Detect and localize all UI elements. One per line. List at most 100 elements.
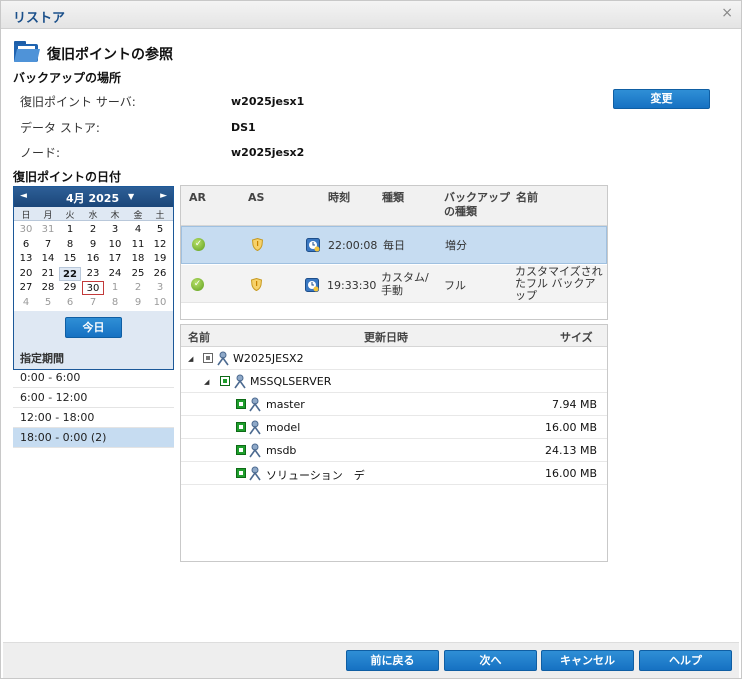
- col-ar[interactable]: AR: [189, 191, 206, 205]
- calendar-day[interactable]: 1: [59, 223, 81, 237]
- calendar-day[interactable]: 1: [104, 281, 126, 295]
- col-name[interactable]: 名前: [516, 191, 538, 205]
- calendar-day[interactable]: 9: [82, 238, 104, 252]
- change-button[interactable]: 変更: [613, 89, 710, 109]
- weekday-wed: 水: [88, 211, 98, 221]
- calendar-day[interactable]: 27: [15, 281, 37, 295]
- tree-db-name[interactable]: model: [266, 421, 300, 434]
- calendar-day[interactable]: 13: [15, 252, 37, 266]
- recovery-point-row-selected[interactable]: ✓ 22:00:08 毎日 増分: [181, 226, 607, 264]
- tree-row-node: ◢ W2025JESX2: [181, 348, 607, 370]
- title-bar: リストア ×: [1, 1, 741, 29]
- calendar-day[interactable]: 20: [15, 267, 37, 281]
- expand-icon[interactable]: ◢: [204, 378, 209, 386]
- page-title: 復旧ポイントの参照: [47, 47, 173, 63]
- db-checkbox[interactable]: [236, 399, 246, 409]
- node-value: w2025jesx2: [231, 146, 305, 159]
- tree-db-name[interactable]: master: [266, 398, 305, 411]
- calendar-day[interactable]: 10: [104, 238, 126, 252]
- calendar-day[interactable]: 6: [59, 296, 81, 310]
- col-time[interactable]: 時刻: [328, 191, 350, 205]
- calendar-day[interactable]: 17: [104, 252, 126, 266]
- calendar-day[interactable]: 4: [127, 223, 149, 237]
- calendar-day[interactable]: 5: [37, 296, 59, 310]
- calendar-day[interactable]: 25: [127, 267, 149, 281]
- col-tree-name[interactable]: 名前: [188, 329, 210, 345]
- next-button[interactable]: 次へ: [444, 650, 537, 671]
- instance-checkbox[interactable]: [220, 376, 230, 386]
- rp-name-line3: ップ: [515, 289, 537, 302]
- tree-db-name[interactable]: ソリューション デ: [266, 467, 365, 483]
- calendar-day[interactable]: 4: [15, 296, 37, 310]
- calendar-day[interactable]: 18: [127, 252, 149, 266]
- db-checkbox[interactable]: [236, 422, 246, 432]
- calendar-day[interactable]: 9: [127, 296, 149, 310]
- weekday-fri: 金: [133, 211, 143, 221]
- prev-month-icon[interactable]: ◄: [20, 191, 27, 201]
- calendar-month[interactable]: 4月 2025: [66, 190, 119, 206]
- db-checkbox[interactable]: [236, 445, 246, 455]
- col-backup-type[interactable]: バックアップ: [444, 191, 510, 205]
- calendar-day[interactable]: 2: [127, 281, 149, 295]
- recovery-point-row[interactable]: ✓ 19:33:30 カスタム/ 手動 フル カスタマイズされ たフル バックア…: [181, 265, 607, 303]
- calendar-day[interactable]: 16: [82, 252, 104, 266]
- calendar-day[interactable]: 24: [104, 267, 126, 281]
- calendar-day[interactable]: 22: [59, 266, 81, 281]
- back-button[interactable]: 前に戻る: [346, 650, 439, 671]
- tree-row-db: master 7.94 MB: [181, 394, 607, 416]
- today-button[interactable]: 今日: [65, 317, 122, 338]
- calendar-day[interactable]: 30: [15, 223, 37, 237]
- database-icon: [249, 397, 261, 412]
- expand-icon[interactable]: ◢: [188, 355, 193, 363]
- help-button[interactable]: ヘルプ: [639, 650, 732, 671]
- rp-backup-type: フル: [444, 279, 466, 292]
- calendar-day[interactable]: 5: [149, 223, 171, 237]
- calendar-day[interactable]: 6: [15, 238, 37, 252]
- calendar-day[interactable]: 12: [149, 238, 171, 252]
- col-size[interactable]: サイズ: [560, 329, 593, 345]
- period-item[interactable]: 0:00 - 6:00: [13, 368, 174, 388]
- period-item[interactable]: 12:00 - 18:00: [13, 408, 174, 428]
- calendar-day[interactable]: 7: [82, 296, 104, 310]
- shield-icon: [252, 238, 263, 251]
- period-item-selected[interactable]: 18:00 - 0:00 (2): [13, 428, 174, 448]
- col-type[interactable]: 種類: [382, 191, 404, 205]
- col-as[interactable]: AS: [248, 191, 264, 205]
- calendar-day[interactable]: 29: [59, 281, 81, 295]
- calendar-day[interactable]: 7: [37, 238, 59, 252]
- next-month-icon[interactable]: ►: [160, 191, 167, 201]
- calendar-day[interactable]: 26: [149, 267, 171, 281]
- content-area: 復旧ポイントの参照 バックアップの場所 復旧ポイント サーバ: w2025jes…: [3, 30, 739, 642]
- cancel-button[interactable]: キャンセル: [541, 650, 634, 671]
- calendar-day[interactable]: 14: [37, 252, 59, 266]
- calendar-day[interactable]: 21: [37, 267, 59, 281]
- tree-row-db: ソリューション デ 16.00 MB: [181, 463, 607, 485]
- calendar-day[interactable]: 2: [82, 223, 104, 237]
- tree-node-name[interactable]: W2025JESX2: [233, 352, 304, 365]
- tree-row-db: msdb 24.13 MB: [181, 440, 607, 462]
- rp-backup-type: 増分: [445, 239, 467, 252]
- calendar-day[interactable]: 28: [37, 281, 59, 295]
- database-icon: [249, 443, 261, 458]
- period-item[interactable]: 6:00 - 12:00: [13, 388, 174, 408]
- calendar-day[interactable]: 11: [127, 238, 149, 252]
- calendar-day[interactable]: 3: [149, 281, 171, 295]
- weekday-mon: 月: [43, 211, 53, 221]
- month-dropdown-icon[interactable]: ▼: [128, 192, 134, 201]
- calendar-day[interactable]: 31: [37, 223, 59, 237]
- node-checkbox[interactable]: [203, 353, 213, 363]
- col-modified[interactable]: 更新日時: [364, 329, 408, 345]
- calendar: ◄ 4月 2025 ▼ ► 日 月 火 水 木 金 土 30 31 1 2 3 4 5 6 7 8…: [13, 186, 174, 370]
- db-checkbox[interactable]: [236, 468, 246, 478]
- calendar-day[interactable]: 8: [59, 238, 81, 252]
- close-icon[interactable]: ×: [721, 5, 733, 21]
- calendar-day[interactable]: 15: [59, 252, 81, 266]
- calendar-day[interactable]: 3: [104, 223, 126, 237]
- calendar-day[interactable]: 10: [149, 296, 171, 310]
- calendar-day[interactable]: 30: [82, 281, 104, 296]
- tree-instance-name[interactable]: MSSQLSERVER: [250, 375, 331, 388]
- tree-db-name[interactable]: msdb: [266, 444, 296, 457]
- calendar-day[interactable]: 19: [149, 252, 171, 266]
- calendar-day[interactable]: 8: [104, 296, 126, 310]
- calendar-day[interactable]: 23: [82, 267, 104, 281]
